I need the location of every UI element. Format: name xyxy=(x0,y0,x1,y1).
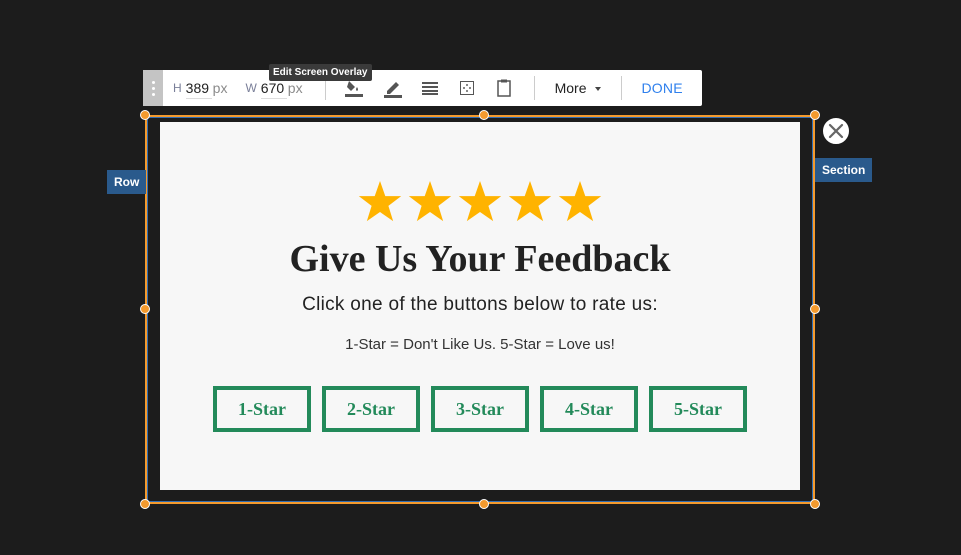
lines-icon[interactable] xyxy=(419,77,441,99)
height-field-group: H px xyxy=(173,70,227,106)
section-tag[interactable]: Section xyxy=(815,158,873,182)
resize-handle-top[interactable] xyxy=(479,110,489,120)
height-input[interactable] xyxy=(185,77,212,99)
resize-handle-bottom[interactable] xyxy=(479,499,489,509)
caret-down-icon xyxy=(594,86,601,91)
tooltip: Edit Screen Overlay xyxy=(269,64,372,81)
resize-handle-bottom-right[interactable] xyxy=(810,499,820,509)
more-button[interactable]: More xyxy=(555,80,601,96)
section-selection-frame xyxy=(145,115,815,504)
resize-handle-left[interactable] xyxy=(140,304,150,314)
height-unit: px xyxy=(212,80,228,96)
close-icon xyxy=(828,123,844,139)
resize-handle-top-right[interactable] xyxy=(810,110,820,120)
height-label: H xyxy=(173,81,182,95)
width-unit: px xyxy=(287,80,303,96)
resize-handle-top-left[interactable] xyxy=(140,110,150,120)
done-button[interactable]: DONE xyxy=(642,80,683,96)
more-label: More xyxy=(554,80,587,96)
row-tag[interactable]: Row xyxy=(107,170,147,194)
dot xyxy=(151,80,155,84)
spacing-icon[interactable] xyxy=(456,77,478,99)
resize-handle-bottom-left[interactable] xyxy=(140,499,150,509)
width-label: W xyxy=(245,81,257,95)
drag-handle[interactable] xyxy=(143,70,163,106)
divider xyxy=(533,76,535,100)
clipboard-icon[interactable] xyxy=(493,77,515,99)
close-button[interactable] xyxy=(821,116,851,146)
pencil-icon[interactable] xyxy=(382,77,404,99)
dot xyxy=(151,92,155,96)
editor-toolbar: H px W px More DONE xyxy=(143,70,702,106)
divider xyxy=(620,76,622,100)
dot xyxy=(151,86,155,90)
resize-handle-right[interactable] xyxy=(810,304,820,314)
